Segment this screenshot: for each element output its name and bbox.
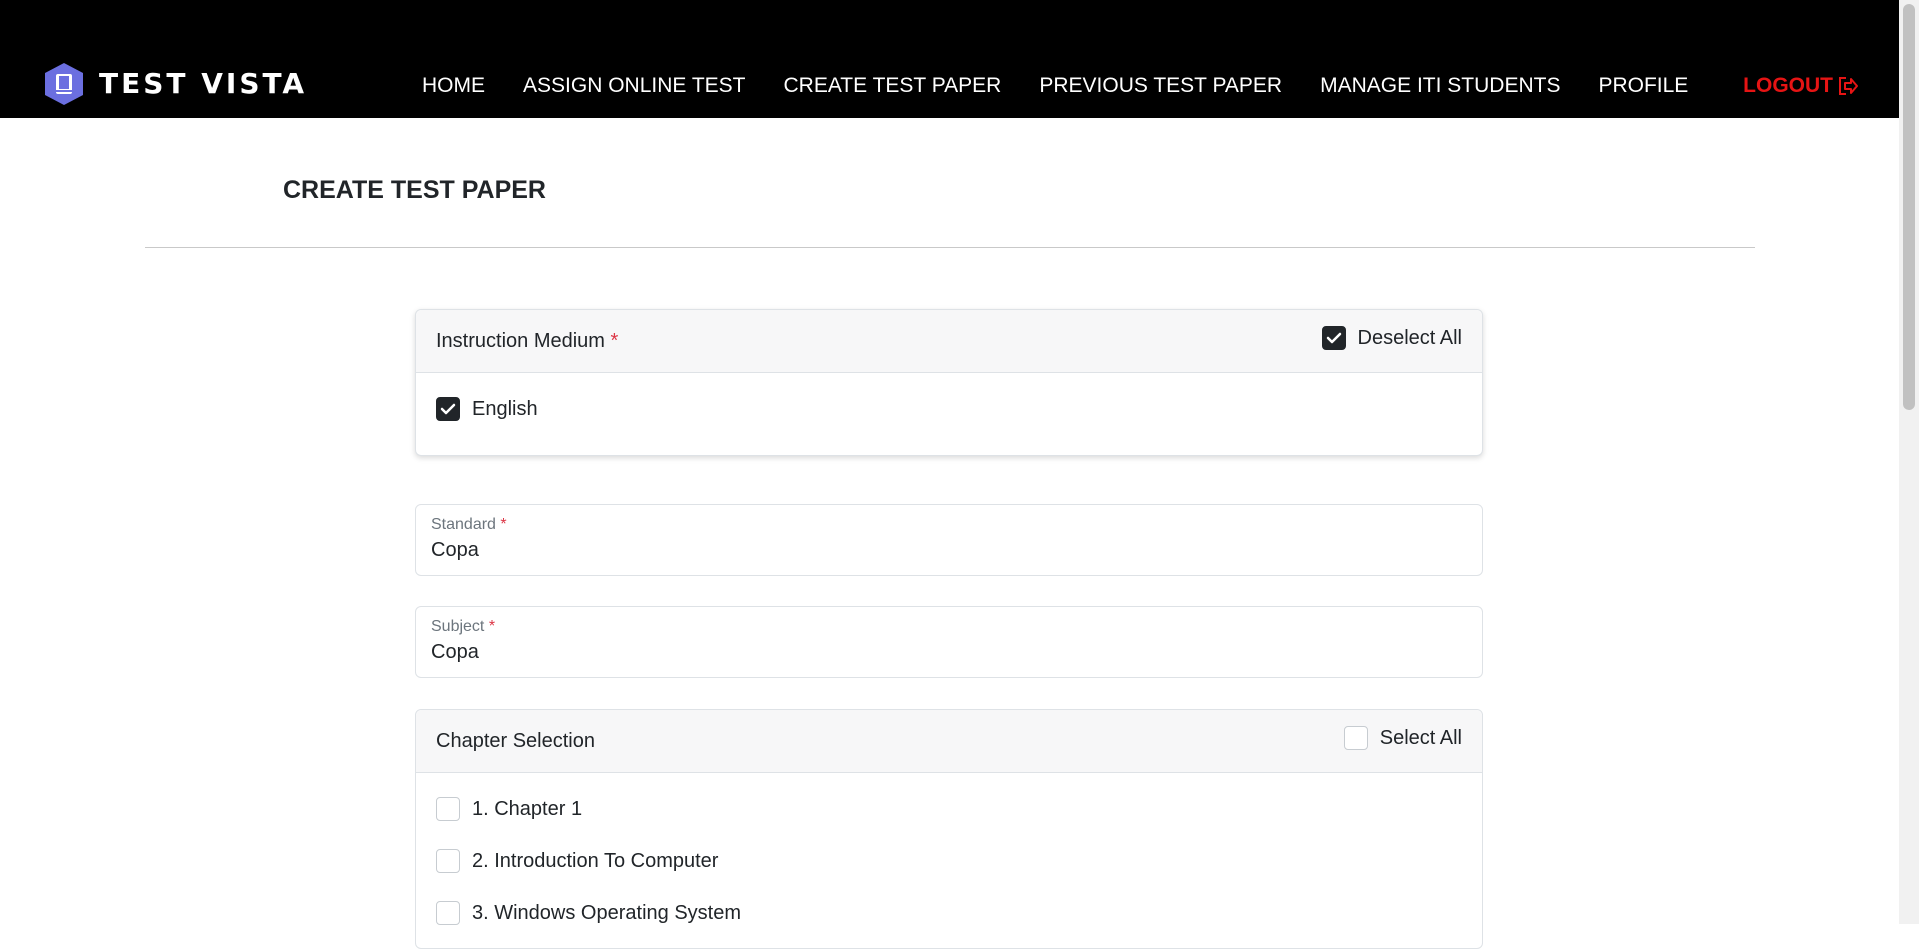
deselect-all-checkbox[interactable] xyxy=(1321,326,1346,350)
subject-value: Copa xyxy=(431,641,479,663)
standard-label-text: Standard xyxy=(431,516,496,533)
logout-button[interactable]: LOGOUT xyxy=(1743,74,1859,98)
chapter-item[interactable]: 3. Windows Operating System xyxy=(436,901,741,925)
main-nav: HOME ASSIGN ONLINE TEST CREATE TEST PAPE… xyxy=(422,74,1726,98)
select-all-toggle[interactable]: Select All xyxy=(1343,726,1462,750)
standard-select[interactable]: Standard * Copa xyxy=(415,504,1483,576)
chapter-label: 3. Windows Operating System xyxy=(472,901,741,924)
standard-value: Copa xyxy=(431,539,479,561)
instruction-medium-card: Instruction Medium * Deselect All Englis… xyxy=(415,309,1483,456)
chapter-checkbox[interactable] xyxy=(436,849,460,873)
chapter-checkbox[interactable] xyxy=(436,901,460,925)
english-checkbox[interactable] xyxy=(436,397,460,421)
required-mark: * xyxy=(500,516,507,533)
chapter-selection-card: Chapter Selection Select All 1. Chapter … xyxy=(415,709,1483,949)
deselect-all-toggle[interactable]: Deselect All xyxy=(1321,326,1463,350)
chapter-selection-title: Chapter Selection xyxy=(436,730,595,752)
brand-name: TEST VISTA xyxy=(99,67,308,100)
header-divider xyxy=(145,247,1755,248)
nav-create-test-paper[interactable]: CREATE TEST PAPER xyxy=(784,74,1002,98)
chapter-checkbox[interactable] xyxy=(436,797,460,821)
instruction-medium-title-text: Instruction Medium xyxy=(436,330,605,352)
chapter-item[interactable]: 1. Chapter 1 xyxy=(436,797,582,821)
logout-icon xyxy=(1839,77,1858,95)
chapter-item[interactable]: 2. Introduction To Computer xyxy=(436,849,718,873)
nav-profile[interactable]: PROFILE xyxy=(1598,74,1688,98)
page-title: CREATE TEST PAPER xyxy=(283,176,546,204)
required-mark: * xyxy=(610,330,619,352)
chapter-label: 1. Chapter 1 xyxy=(472,797,583,820)
subject-label: Subject * xyxy=(431,618,495,636)
nav-assign-online-test[interactable]: ASSIGN ONLINE TEST xyxy=(523,74,746,98)
logout-label: LOGOUT xyxy=(1743,74,1833,97)
chapter-selection-header: Chapter Selection Select All xyxy=(416,710,1482,773)
subject-select[interactable]: Subject * Copa xyxy=(415,606,1483,678)
english-label: English xyxy=(472,397,538,420)
instruction-medium-header: Instruction Medium * Deselect All xyxy=(416,310,1482,373)
select-all-checkbox[interactable] xyxy=(1343,726,1368,750)
required-mark: * xyxy=(488,618,496,635)
select-all-label: Select All xyxy=(1379,726,1462,749)
nav-manage-iti-students[interactable]: MANAGE ITI STUDENTS xyxy=(1320,74,1560,98)
chapter-label: 2. Introduction To Computer xyxy=(472,849,719,872)
subject-label-text: Subject xyxy=(431,618,485,635)
top-navbar: TEST VISTA HOME ASSIGN ONLINE TEST CREAT… xyxy=(0,0,1899,118)
scrollbar-thumb[interactable] xyxy=(1903,4,1915,410)
standard-label: Standard * xyxy=(431,516,507,534)
medium-option-english[interactable]: English xyxy=(436,397,538,421)
nav-previous-test-paper[interactable]: PREVIOUS TEST PAPER xyxy=(1039,74,1282,98)
nav-home[interactable]: HOME xyxy=(422,74,485,98)
brand[interactable]: TEST VISTA xyxy=(43,62,307,106)
check-icon xyxy=(440,403,456,415)
check-icon xyxy=(1326,332,1341,344)
book-logo-icon xyxy=(45,63,83,105)
page-scrollbar[interactable] xyxy=(1899,0,1919,924)
deselect-all-label: Deselect All xyxy=(1357,326,1463,349)
instruction-medium-title: Instruction Medium * xyxy=(436,330,618,353)
